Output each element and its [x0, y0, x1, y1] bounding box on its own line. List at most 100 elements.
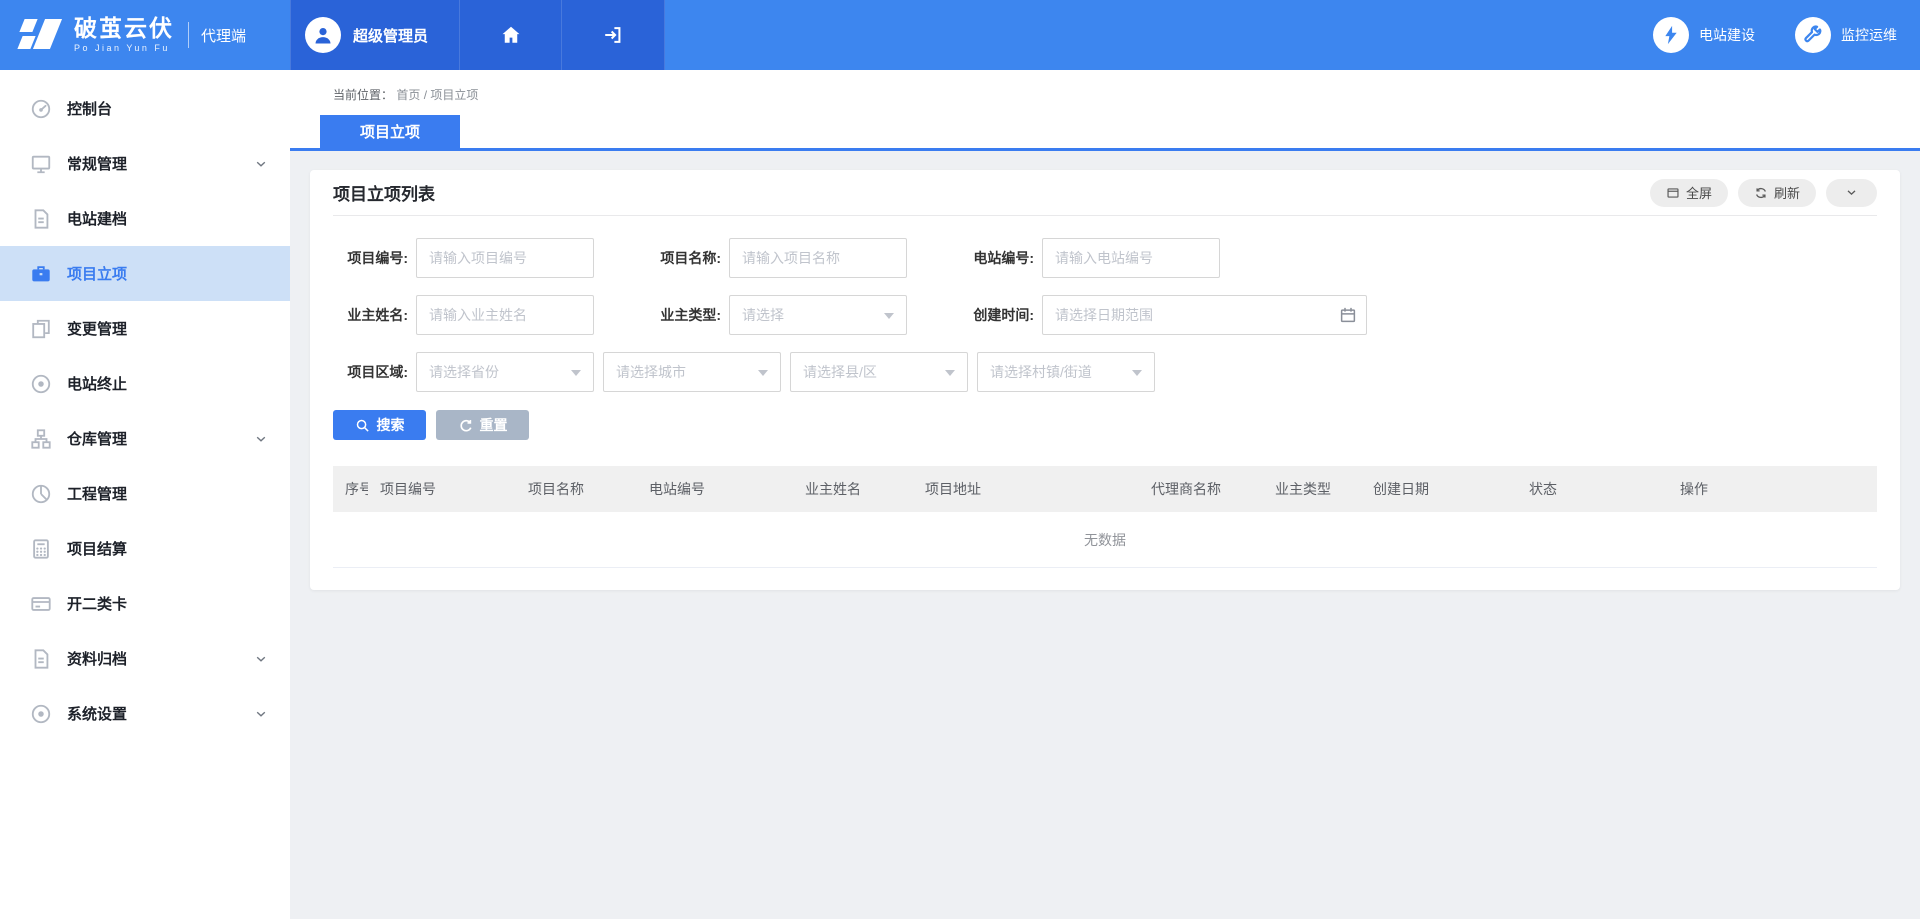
chevron-down-icon	[254, 157, 268, 171]
user-menu[interactable]: 超级管理员	[290, 0, 460, 70]
search-icon	[355, 418, 370, 433]
copy-icon	[30, 318, 52, 340]
tab-project-initiation[interactable]: 项目立项	[320, 115, 460, 148]
search-button[interactable]: 搜索	[333, 410, 426, 440]
sidebar-item-label: 变更管理	[67, 318, 127, 339]
select-placeholder: 请选择城市	[616, 362, 686, 382]
briefcase-icon	[30, 263, 52, 285]
sidebar-item-label: 电站建档	[67, 208, 127, 229]
select-placeholder: 请选择省份	[429, 362, 499, 382]
logout-button[interactable]	[562, 0, 665, 70]
sidebar-item-label: 资料归档	[67, 648, 127, 669]
reset-label: 重置	[480, 415, 508, 435]
table-column-header: 代理商名称	[1139, 479, 1263, 499]
field-label: 项目编号:	[333, 248, 408, 268]
sidebar-item-label: 工程管理	[67, 483, 127, 504]
sidebar-item-engineering-management[interactable]: 工程管理	[0, 466, 290, 521]
sidebar-item-label: 电站终止	[67, 373, 127, 394]
sidebar-item-console[interactable]: 控制台	[0, 81, 290, 136]
sidebar-item-station-archive[interactable]: 电站建档	[0, 191, 290, 246]
sidebar-item-label: 系统设置	[67, 703, 127, 724]
breadcrumb-path[interactable]: 首页 / 项目立项	[396, 88, 478, 102]
filter-row-3: 项目区域: 请选择省份 请选择城市	[333, 352, 1877, 392]
table-column-header: 电站编号	[637, 479, 793, 499]
sidebar-item-label: 控制台	[67, 98, 112, 119]
refresh-button[interactable]: 刷新	[1738, 179, 1816, 207]
table-column-header: 状态	[1517, 479, 1668, 499]
region-province-select[interactable]: 请选择省份	[416, 352, 594, 392]
table-column-header: 项目名称	[516, 479, 637, 499]
sidebar-item-change-management[interactable]: 变更管理	[0, 301, 290, 356]
reset-icon	[458, 418, 473, 433]
monitor-ops-link[interactable]: 监控运维	[1795, 17, 1897, 53]
quick-link-label: 监控运维	[1841, 25, 1897, 45]
region-county-select[interactable]: 请选择县/区	[790, 352, 968, 392]
table-column-header: 业主类型	[1263, 479, 1361, 499]
header-quick-links: 电站建设 监控运维	[1653, 0, 1920, 70]
owner-name-input[interactable]	[416, 295, 594, 335]
sidebar-item-label: 项目结算	[67, 538, 127, 559]
filter-actions: 搜索 重置	[310, 409, 1900, 440]
project-table: 序号项目编号项目名称电站编号业主姓名项目地址代理商名称业主类型创建日期状态操作 …	[333, 466, 1877, 568]
sidebar-item-station-termination[interactable]: 电站终止	[0, 356, 290, 411]
project-code-input[interactable]	[416, 238, 594, 278]
collapse-button[interactable]	[1826, 179, 1877, 207]
filter-row-1: 项目编号: 项目名称: 电站编号:	[333, 238, 1877, 278]
create-time-range-picker[interactable]	[1042, 295, 1367, 335]
card-icon	[30, 593, 52, 615]
header-center: 超级管理员	[290, 0, 665, 70]
refresh-label: 刷新	[1774, 183, 1800, 202]
breadcrumb: 当前位置： 首页 / 项目立项	[290, 70, 1920, 115]
select-placeholder: 请选择村镇/街道	[990, 362, 1092, 382]
filter-row-2: 业主姓名: 业主类型: 请选择 创建时间:	[333, 295, 1877, 335]
station-build-link[interactable]: 电站建设	[1653, 17, 1755, 53]
region-city-select[interactable]: 请选择城市	[603, 352, 781, 392]
select-placeholder: 请选择县/区	[803, 362, 877, 382]
bolt-icon	[1653, 17, 1689, 53]
home-icon	[500, 24, 522, 46]
caret-down-icon	[1132, 370, 1142, 376]
home-button[interactable]	[460, 0, 562, 70]
page-content: 项目立项列表 全屏 刷新	[290, 151, 1920, 609]
table-column-header: 项目地址	[913, 479, 1139, 499]
brand-title: 破茧云伏	[74, 17, 174, 40]
sidebar-item-project-settlement[interactable]: 项目结算	[0, 521, 290, 576]
user-name: 超级管理员	[353, 25, 428, 46]
field-label: 业主类型:	[646, 305, 721, 325]
table-column-header: 项目编号	[368, 479, 516, 499]
project-name-input[interactable]	[729, 238, 907, 278]
monitor-icon	[30, 153, 52, 175]
region-town-select[interactable]: 请选择村镇/街道	[977, 352, 1155, 392]
sidebar-item-project-initiation[interactable]: 项目立项	[0, 246, 290, 301]
owner-type-select[interactable]: 请选择	[729, 295, 907, 335]
sidebar-item-warehouse-management[interactable]: 仓库管理	[0, 411, 290, 466]
field-label: 项目区域:	[333, 362, 408, 382]
sidebar-item-system-settings[interactable]: 系统设置	[0, 686, 290, 741]
brand-subtitle: Po Jian Yun Fu	[74, 44, 174, 53]
sidebar-item-data-archive[interactable]: 资料归档	[0, 631, 290, 686]
caret-down-icon	[571, 370, 581, 376]
create-time-range-input[interactable]	[1042, 295, 1367, 335]
select-placeholder: 请选择	[742, 305, 784, 325]
reset-button[interactable]: 重置	[436, 410, 529, 440]
field-label: 业主姓名:	[333, 305, 408, 325]
wrench-icon	[1795, 17, 1831, 53]
table-empty-state: 无数据	[333, 512, 1877, 568]
fullscreen-button[interactable]: 全屏	[1650, 179, 1728, 207]
page-title: 项目立项列表	[333, 180, 435, 205]
caret-down-icon	[945, 370, 955, 376]
tab-bar: 项目立项	[290, 115, 1920, 151]
sidebar-item-general-management[interactable]: 常规管理	[0, 136, 290, 191]
sitemap-icon	[30, 428, 52, 450]
project-list-card: 项目立项列表 全屏 刷新	[310, 170, 1900, 590]
fullscreen-icon	[1666, 186, 1680, 200]
region-selects: 请选择省份 请选择城市 请选择县/区	[416, 352, 1155, 392]
search-label: 搜索	[377, 415, 405, 435]
chevron-down-icon	[254, 432, 268, 446]
station-code-input[interactable]	[1042, 238, 1220, 278]
card-header: 项目立项列表 全屏 刷新	[333, 170, 1877, 216]
sidebar-item-second-class-card[interactable]: 开二类卡	[0, 576, 290, 631]
quick-link-label: 电站建设	[1699, 25, 1755, 45]
field-label: 项目名称:	[646, 248, 721, 268]
sidebar-item-label: 仓库管理	[67, 428, 127, 449]
